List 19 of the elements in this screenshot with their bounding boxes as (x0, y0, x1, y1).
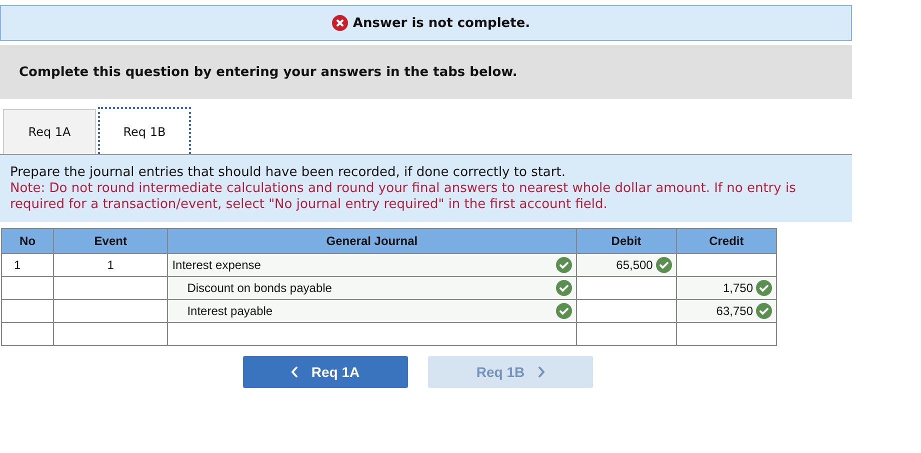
entry-number: 1 (14, 258, 21, 272)
previous-button[interactable]: Req 1A (243, 356, 408, 388)
tab[interactable]: Req 1A (3, 109, 96, 154)
column-header: Event (54, 228, 168, 254)
event-number: 1 (107, 258, 114, 272)
account-name[interactable]: Interest payable (172, 304, 273, 318)
column-header: Credit (676, 228, 776, 254)
account-name[interactable]: Interest expense (172, 258, 261, 272)
column-header: No (2, 228, 54, 254)
column-header: Debit (576, 228, 676, 254)
status-message: Answer is not complete. (352, 16, 530, 30)
instruction-text: Complete this question by entering your answers in the tabs below. (19, 64, 518, 80)
tab[interactable]: Req 1B (98, 107, 191, 154)
chevron-right-icon (536, 366, 545, 378)
credit-amount[interactable]: 1,750 (722, 281, 753, 295)
column-header: General Journal (168, 228, 576, 254)
note-text: Note: Do not round intermediate calculations and round your final answers to nearest whole dollar amount. If no entry is required for a transaction/event, select "No journal entry required" in the first account field. (10, 181, 797, 213)
prompt-text: Prepare the journal entries that should have been recorded, if done correctly to start. (10, 165, 566, 181)
chevron-left-icon (291, 366, 300, 378)
